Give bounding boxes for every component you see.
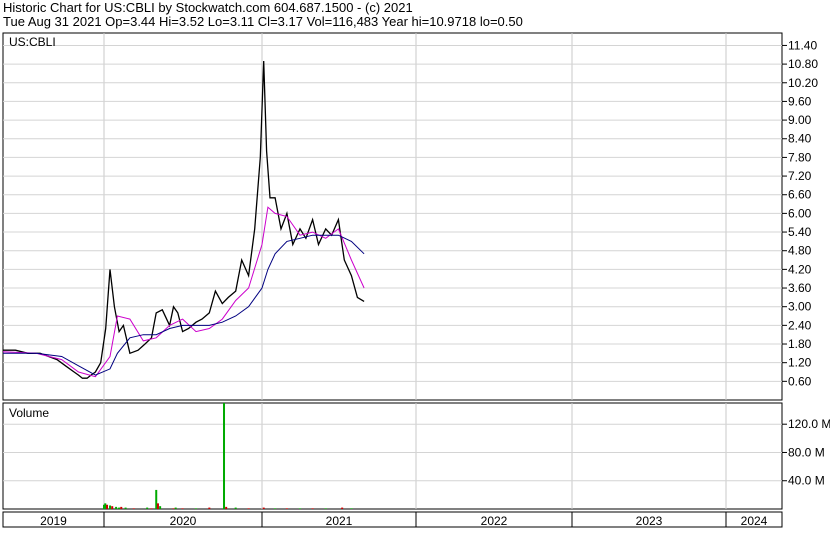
volume-panel-title: Volume <box>9 406 49 420</box>
y-tick-label: 3.00 <box>788 300 812 314</box>
volume-tick-label: 120.0 M <box>788 417 830 431</box>
volume-bar <box>109 505 112 509</box>
volume-bar <box>181 508 184 509</box>
volume-tick-label: 80.0 M <box>788 445 825 459</box>
volume-bar <box>223 403 226 509</box>
volume-panel-frame <box>2 402 783 510</box>
y-tick-label: 6.60 <box>788 188 812 202</box>
y-tick-label: 1.80 <box>788 337 812 351</box>
y-tick-label: 11.40 <box>788 38 817 52</box>
volume-bar <box>104 503 107 509</box>
volume-bar <box>172 508 175 509</box>
y-tick-label: 0.60 <box>788 374 812 388</box>
volume-bar <box>274 508 277 509</box>
volume-bar <box>159 506 162 509</box>
x-tick-label: 2024 <box>741 514 768 528</box>
volume-bar <box>150 508 153 509</box>
volume-bar <box>234 507 237 509</box>
y-tick-label: 7.20 <box>788 169 812 183</box>
volume-bar <box>156 503 159 509</box>
y-tick-label: 4.80 <box>788 244 812 258</box>
volume-tick-label: 40.0 M <box>788 474 825 488</box>
volume-bar <box>111 506 114 509</box>
y-tick-label: 10.80 <box>788 57 818 71</box>
volume-bar <box>341 507 344 509</box>
x-tick-label: 2022 <box>481 514 508 528</box>
y-tick-label: 3.60 <box>788 281 812 295</box>
volume-bar <box>132 508 135 509</box>
y-tick-label: 4.20 <box>788 262 812 276</box>
price-panel-frame <box>2 32 783 401</box>
volume-bar <box>174 507 177 509</box>
volume-bar <box>311 508 314 509</box>
volume-bar <box>324 508 327 509</box>
y-tick-label: 6.00 <box>788 206 812 220</box>
moving-average-short-line <box>2 206 365 378</box>
volume-bar <box>118 507 121 509</box>
y-tick-label: 1.20 <box>788 356 812 370</box>
volume-bar <box>285 508 288 509</box>
price-line <box>3 60 365 379</box>
volume-bar <box>115 506 118 509</box>
volume-bar <box>124 507 127 509</box>
x-tick-label: 2023 <box>636 514 663 528</box>
y-tick-label: 9.00 <box>788 113 812 127</box>
y-tick-label: 9.60 <box>788 94 812 108</box>
volume-bar <box>298 508 301 509</box>
x-tick-label: 2021 <box>326 514 353 528</box>
volume-bar <box>120 506 123 509</box>
price-panel-title: US:CBLI <box>9 35 56 49</box>
y-tick-label: 8.40 <box>788 132 812 146</box>
moving-average-long-line <box>3 234 365 376</box>
volume-bar <box>225 506 228 509</box>
volume-bar <box>247 508 250 509</box>
volume-bar <box>155 489 158 509</box>
y-tick-label: 2.40 <box>788 318 812 332</box>
volume-bar <box>106 504 109 509</box>
volume-bar <box>350 508 353 509</box>
volume-bar <box>194 508 197 509</box>
y-tick-label: 5.40 <box>788 225 812 239</box>
x-tick-label: 2020 <box>170 514 197 528</box>
volume-bar <box>146 507 149 509</box>
volume-bar <box>262 507 265 509</box>
stock-chart: 2019 2020 2021 2022 2023 2024 0.60 1.20 1.80 2.40… <box>2 32 830 528</box>
year-axis-frame <box>2 511 783 528</box>
volume-bar <box>208 507 211 509</box>
x-tick-label: 2019 <box>40 514 67 528</box>
y-tick-label: 10.20 <box>788 76 818 90</box>
y-tick-label: 7.80 <box>788 150 812 164</box>
